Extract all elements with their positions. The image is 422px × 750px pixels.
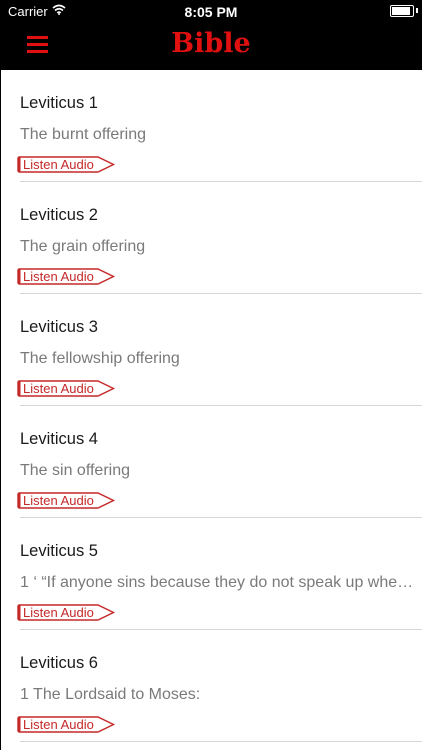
chapter-row[interactable]: Leviticus 1 The burnt offering Listen Audi… [1, 70, 422, 182]
chapter-description: The fellowship offering [20, 350, 180, 367]
row-divider [20, 741, 422, 742]
status-time: 8:05 PM [184, 4, 238, 20]
app-title: Bible [171, 28, 251, 59]
listen-audio-button[interactable]: Listen Audio [17, 604, 116, 621]
listen-audio-button[interactable]: Listen Audio [17, 156, 116, 173]
listen-audio-label: Listen Audio [23, 493, 94, 508]
listen-audio-label: Listen Audio [23, 605, 94, 620]
chapter-title: Leviticus 3 [20, 318, 98, 336]
chapter-description: The grain offering [20, 238, 146, 255]
listen-audio-label: Listen Audio [23, 269, 94, 284]
listen-audio-button[interactable]: Listen Audio [17, 492, 116, 509]
chapter-title: Leviticus 6 [20, 654, 98, 672]
listen-audio-label: Listen Audio [23, 381, 94, 396]
listen-audio-button[interactable]: Listen Audio [17, 380, 116, 397]
navigation-bar: Bible [0, 22, 422, 70]
chapter-list-container[interactable]: Leviticus 1 The burnt offering Listen Audi… [1, 70, 422, 750]
chapter-row[interactable]: Leviticus 6 1 The Lordsaid to Moses: Liste… [1, 630, 422, 742]
chapter-row[interactable]: Leviticus 4 The sin offering Listen Audio [1, 406, 422, 518]
battery-tip [416, 8, 418, 13]
chapter-description: The burnt offering [20, 126, 147, 143]
chapter-title: Leviticus 1 [20, 94, 98, 112]
chapter-title: Leviticus 2 [20, 206, 98, 224]
chapter-description: 1 ‘ “If anyone sins because they do not … [20, 574, 414, 591]
battery-fill [392, 7, 410, 15]
chapter-row[interactable]: Leviticus 3 The fellowship offering Listen… [1, 294, 422, 406]
chapter-row[interactable]: Leviticus 5 1 ‘ “If anyone sins because t… [1, 518, 422, 630]
chapter-list: Leviticus 1 The burnt offering Listen Audi… [1, 70, 422, 742]
listen-audio-label: Listen Audio [23, 717, 94, 732]
chapter-title: Leviticus 5 [20, 542, 98, 560]
chapter-description: 1 The Lordsaid to Moses: [20, 686, 201, 703]
chapter-title: Leviticus 4 [20, 430, 98, 448]
status-bar: Carrier 8:05 PM [0, 0, 422, 22]
chapter-row[interactable]: Leviticus 2 The grain offering Listen Audi… [1, 182, 422, 294]
listen-audio-button[interactable]: Listen Audio [17, 716, 116, 733]
battery-icon [390, 5, 414, 17]
chapter-description: The sin offering [20, 462, 130, 479]
listen-audio-label: Listen Audio [23, 157, 94, 172]
listen-audio-button[interactable]: Listen Audio [17, 268, 116, 285]
